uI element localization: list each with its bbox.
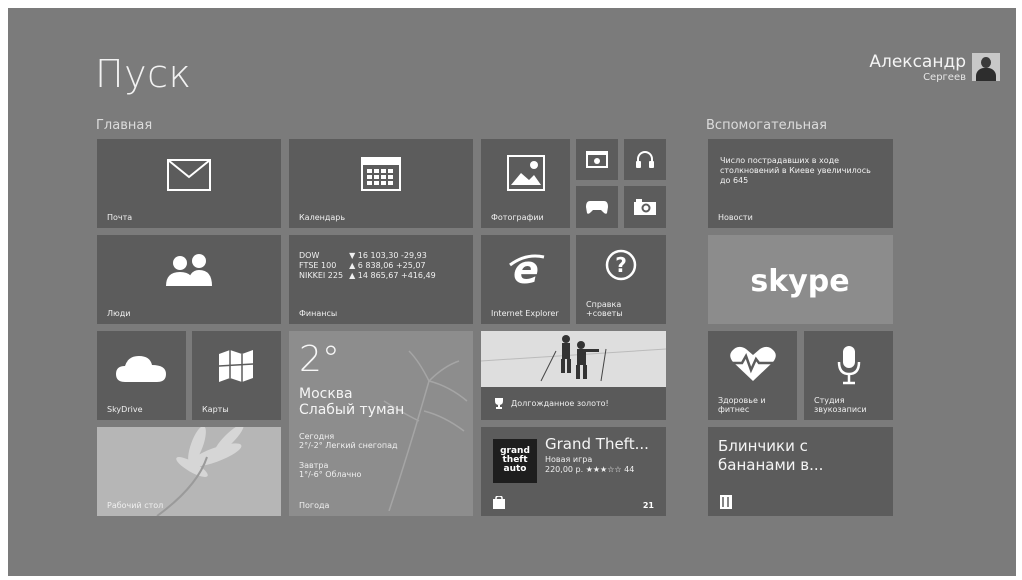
user-account[interactable]: Александр Сергеев	[869, 52, 966, 83]
tile-photos[interactable]: Фотографии	[481, 139, 570, 228]
finance-row: NIKKEI 225 ▲ 14 865,67 +416,49	[299, 271, 442, 281]
game-details: Новая игра 220,00 р. ★★★☆☆ 44	[545, 455, 634, 475]
sport-news-headline: Долгожданное золото!	[511, 399, 609, 408]
weather-condition: Слабый туман	[299, 402, 405, 418]
news-headline: Число пострадавших в ходе столкновений в…	[720, 156, 871, 185]
weather-temperature: 2°	[299, 339, 340, 380]
finance-arrow: ▼	[349, 251, 356, 260]
game-price-rating: 220,00 р. ★★★☆☆ 44	[545, 465, 635, 474]
weather-city: Москва Слабый туман	[299, 386, 405, 418]
store-update-count: 21	[642, 501, 654, 510]
tile-news[interactable]: Число пострадавших в ходе столкновений в…	[708, 139, 893, 228]
game-title: Grand Theft...	[545, 435, 649, 453]
tile-music[interactable]	[624, 139, 666, 180]
finance-arrow: ▲	[349, 261, 356, 270]
skype-logo: skype	[750, 264, 849, 299]
news-photo-skiers	[481, 331, 666, 389]
tile-camera[interactable]	[624, 186, 666, 228]
heart-pulse-icon	[730, 346, 776, 381]
tile-finance-label: Финансы	[299, 309, 338, 318]
help-icon: ?	[605, 249, 637, 281]
finance-index-name: FTSE 100	[299, 261, 337, 270]
cloud-icon	[116, 356, 166, 382]
tile-health-label: Здоровье и фитнес	[718, 396, 766, 414]
game-cover-art: grand theft auto	[493, 439, 537, 483]
user-name: Александр	[869, 52, 966, 72]
tile-help-label: Справка +советы	[586, 300, 623, 318]
finance-index-name: NIKKEI 225	[299, 271, 344, 280]
tile-sound-recorder[interactable]: Студия звукозаписи	[804, 331, 893, 420]
avatar[interactable]	[972, 53, 1000, 81]
tile-ie-label: Internet Explorer	[491, 309, 559, 318]
headphones-icon	[636, 151, 654, 168]
finance-index-name: DOW	[299, 251, 320, 260]
video-icon	[586, 151, 608, 168]
photos-icon	[507, 155, 545, 191]
camera-icon	[634, 199, 656, 215]
tile-people-label: Люди	[107, 309, 131, 318]
weather-background-plant	[383, 350, 468, 511]
finance-change: +25,07	[395, 261, 426, 270]
tile-sport-news[interactable]: Долгожданное золото!	[481, 331, 666, 420]
microphone-icon	[837, 346, 861, 385]
tile-skype[interactable]: skype	[708, 235, 893, 324]
people-icon	[166, 254, 212, 286]
tile-maps-label: Карты	[202, 405, 229, 414]
tile-weather[interactable]: 2° Москва Слабый туман Сегодня 2°/-2° Ле…	[289, 331, 473, 516]
svg-text:?: ?	[615, 253, 627, 277]
store-icon	[493, 496, 505, 509]
finance-row: DOW ▼ 16 103,30 -29,93	[299, 251, 442, 261]
internet-explorer-icon: e	[509, 249, 545, 289]
tile-skydrive[interactable]: SkyDrive	[97, 331, 186, 420]
mail-icon	[167, 159, 211, 191]
gamepad-icon	[586, 201, 608, 214]
svg-text:auto: auto	[504, 464, 527, 474]
tile-internet-explorer[interactable]: e Internet Explorer	[481, 235, 570, 324]
tile-maps[interactable]: Карты	[192, 331, 281, 420]
finance-value: 14 865,67	[357, 271, 399, 280]
game-status: Новая игра	[545, 455, 593, 464]
tile-health[interactable]: Здоровье и фитнес	[708, 331, 797, 420]
tile-calendar[interactable]: Календарь	[289, 139, 473, 228]
finance-row: FTSE 100 ▲ 6 838,06 +25,07	[299, 261, 442, 271]
tile-food-recipe[interactable]: Блинчики с бананами в...	[708, 427, 893, 516]
calendar-icon	[361, 157, 401, 191]
fork-knife-icon	[720, 495, 732, 509]
tile-finance[interactable]: DOW ▼ 16 103,30 -29,93 FTSE 100 ▲ 6 838,…	[289, 235, 473, 324]
tile-people[interactable]: Люди	[97, 235, 281, 324]
weather-today: Сегодня 2°/-2° Легкий снегопад	[299, 432, 398, 450]
tile-help[interactable]: ? Справка +советы	[576, 235, 666, 324]
tile-desktop[interactable]: Рабочий стол	[97, 427, 281, 516]
tile-desktop-label: Рабочий стол	[107, 501, 164, 510]
sport-news-band: Долгожданное золото!	[481, 387, 666, 420]
tile-weather-label: Погода	[299, 501, 330, 510]
tile-skydrive-label: SkyDrive	[107, 405, 143, 414]
finance-arrow: ▲	[349, 271, 356, 280]
finance-table: DOW ▼ 16 103,30 -29,93 FTSE 100 ▲ 6 838,…	[299, 251, 442, 281]
recipe-title: Блинчики с бананами в...	[718, 437, 824, 474]
start-screen: Пуск Александр Сергеев Главная Вспомогат…	[8, 8, 1016, 576]
finance-change: -29,93	[401, 251, 427, 260]
map-icon	[218, 350, 254, 382]
finance-change: +416,49	[401, 271, 436, 280]
tile-mail[interactable]: Почта	[97, 139, 281, 228]
page-title: Пуск	[95, 52, 192, 96]
tile-store-game[interactable]: grand theft auto Grand Theft... Новая иг…	[481, 427, 666, 516]
user-surname: Сергеев	[923, 72, 966, 83]
svg-text:skype: skype	[750, 264, 849, 299]
tile-games[interactable]	[576, 186, 618, 228]
tile-calendar-label: Календарь	[299, 213, 346, 222]
weather-tomorrow: Завтра 1°/-6° Облачно	[299, 461, 362, 479]
finance-value: 6 838,06	[357, 261, 394, 270]
tile-recorder-label: Студия звукозаписи	[814, 396, 867, 414]
trophy-icon	[495, 398, 503, 409]
group-label-main[interactable]: Главная	[96, 118, 152, 133]
finance-value: 16 103,30	[357, 251, 399, 260]
tile-photos-label: Фотографии	[491, 213, 544, 222]
tile-news-label: Новости	[718, 213, 753, 222]
tile-video[interactable]	[576, 139, 618, 180]
group-label-aux[interactable]: Вспомогательная	[706, 118, 827, 133]
tile-mail-label: Почта	[107, 213, 133, 222]
